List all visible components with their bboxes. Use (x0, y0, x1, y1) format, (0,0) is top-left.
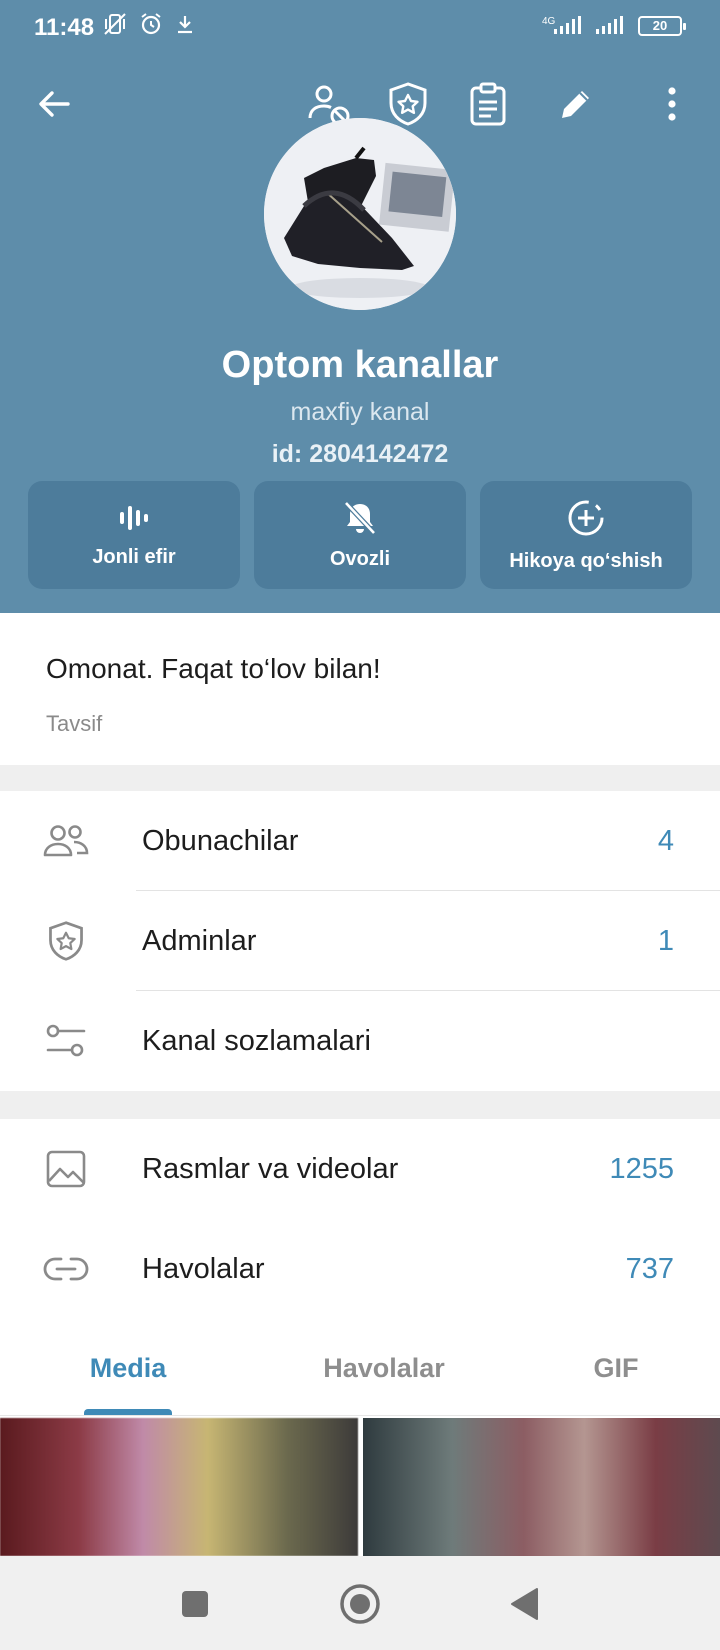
row-label: Adminlar (142, 925, 257, 957)
media-thumbnail[interactable] (363, 1418, 720, 1556)
shield-star-icon (49, 921, 83, 961)
admins-row[interactable]: Adminlar 1 (0, 891, 720, 991)
home-button[interactable] (338, 1582, 382, 1626)
media-thumbnail[interactable] (0, 1418, 358, 1556)
add-story-icon (568, 500, 604, 535)
active-tab-indicator (84, 1409, 172, 1415)
shoes-photo (264, 118, 456, 310)
event-log-button[interactable] (462, 78, 514, 130)
more-vertical-icon (668, 87, 676, 121)
triangle-back-icon (511, 1588, 538, 1620)
row-value: 4 (657, 825, 674, 857)
row-label: Havolalar (142, 1253, 265, 1285)
media-grid (0, 1418, 720, 1556)
signal-4g-icon: 4G (542, 16, 581, 34)
action-label: Ovozli (329, 547, 390, 570)
back-nav-button[interactable] (502, 1582, 546, 1626)
alarm-icon (141, 13, 161, 35)
row-label: Rasmlar va videolar (142, 1153, 399, 1185)
recents-button[interactable] (173, 1582, 217, 1626)
media-tabs: Media Havolalar GIF (0, 1320, 720, 1416)
tab-links[interactable]: Havolalar (292, 1320, 476, 1416)
battery-icon: 20 (638, 16, 686, 36)
square-icon (182, 1591, 208, 1617)
status-bar: 11:48 4G 20 (0, 0, 720, 54)
channel-id-value: 2804142472 (309, 440, 449, 468)
tab-gif[interactable]: GIF (556, 1320, 676, 1416)
channel-title: Optom kanallar (221, 344, 499, 386)
links-row[interactable]: Havolalar 737 (0, 1219, 720, 1319)
row-label: Obunachilar (142, 825, 299, 857)
settings-sliders-icon (46, 1024, 86, 1057)
live-stream-button[interactable]: Jonli efir (28, 481, 240, 589)
row-value: 737 (625, 1253, 674, 1285)
description-section[interactable]: Omonat. Faqat to‘lov bilan! Tavsif (0, 613, 720, 765)
mute-button[interactable]: Ovozli (254, 481, 466, 589)
edit-button[interactable] (550, 78, 602, 130)
action-label: Hikoya qo‘shish (509, 549, 663, 572)
channel-settings-row[interactable]: Kanal sozlamalari (0, 991, 720, 1091)
row-label: Kanal sozlamalari (142, 1025, 371, 1057)
row-value: 1255 (609, 1153, 674, 1185)
status-right: 4G 20 (540, 14, 686, 38)
description-label: Tavsif (46, 711, 103, 736)
section-divider (0, 1091, 720, 1119)
row-icon (42, 819, 90, 863)
users-icon (43, 825, 89, 857)
channel-id: id: 2804142472 (0, 440, 720, 469)
channel-id-prefix: id: (271, 440, 310, 468)
photos-videos-row[interactable]: Rasmlar va videolar 1255 (0, 1119, 720, 1219)
profile-header: 11:48 4G 20 Optom kanallar maxfiy kanal … (0, 0, 720, 613)
download-icon (178, 16, 192, 34)
channel-avatar[interactable] (264, 118, 456, 310)
action-buttons: Jonli efir Ovozli Hikoya qo‘shish (28, 481, 692, 589)
channel-subtitle: maxfiy kanal (290, 398, 430, 426)
status-left-icons (102, 12, 196, 36)
back-arrow-icon (39, 91, 70, 117)
vibrate-off-icon (104, 13, 126, 35)
image-icon (46, 1150, 86, 1188)
home-circle-icon (340, 1584, 380, 1624)
live-stream-icon (120, 505, 148, 530)
svg-text:4G: 4G (542, 16, 556, 27)
row-value: 1 (657, 925, 674, 957)
system-nav-bar (0, 1556, 720, 1650)
more-button[interactable] (646, 78, 698, 130)
status-time: 11:48 (34, 14, 95, 41)
description-text: Omonat. Faqat to‘lov bilan! (46, 653, 381, 684)
bell-off-icon (344, 500, 376, 535)
row-icon (42, 919, 90, 963)
pencil-icon (562, 91, 589, 118)
add-story-button[interactable]: Hikoya qo‘shish (480, 481, 692, 589)
link-icon (43, 1257, 89, 1281)
row-icon (42, 1147, 90, 1191)
tab-media[interactable]: Media (48, 1320, 208, 1416)
row-icon (42, 1247, 90, 1291)
action-label: Jonli efir (92, 545, 176, 568)
back-button[interactable] (28, 78, 80, 130)
section-divider (0, 765, 720, 791)
shield-star-icon (389, 82, 427, 126)
row-icon (42, 1019, 90, 1063)
subscribers-row[interactable]: Obunachilar 4 (0, 791, 720, 891)
clipboard-icon (470, 82, 506, 126)
signal-icon (596, 16, 623, 34)
